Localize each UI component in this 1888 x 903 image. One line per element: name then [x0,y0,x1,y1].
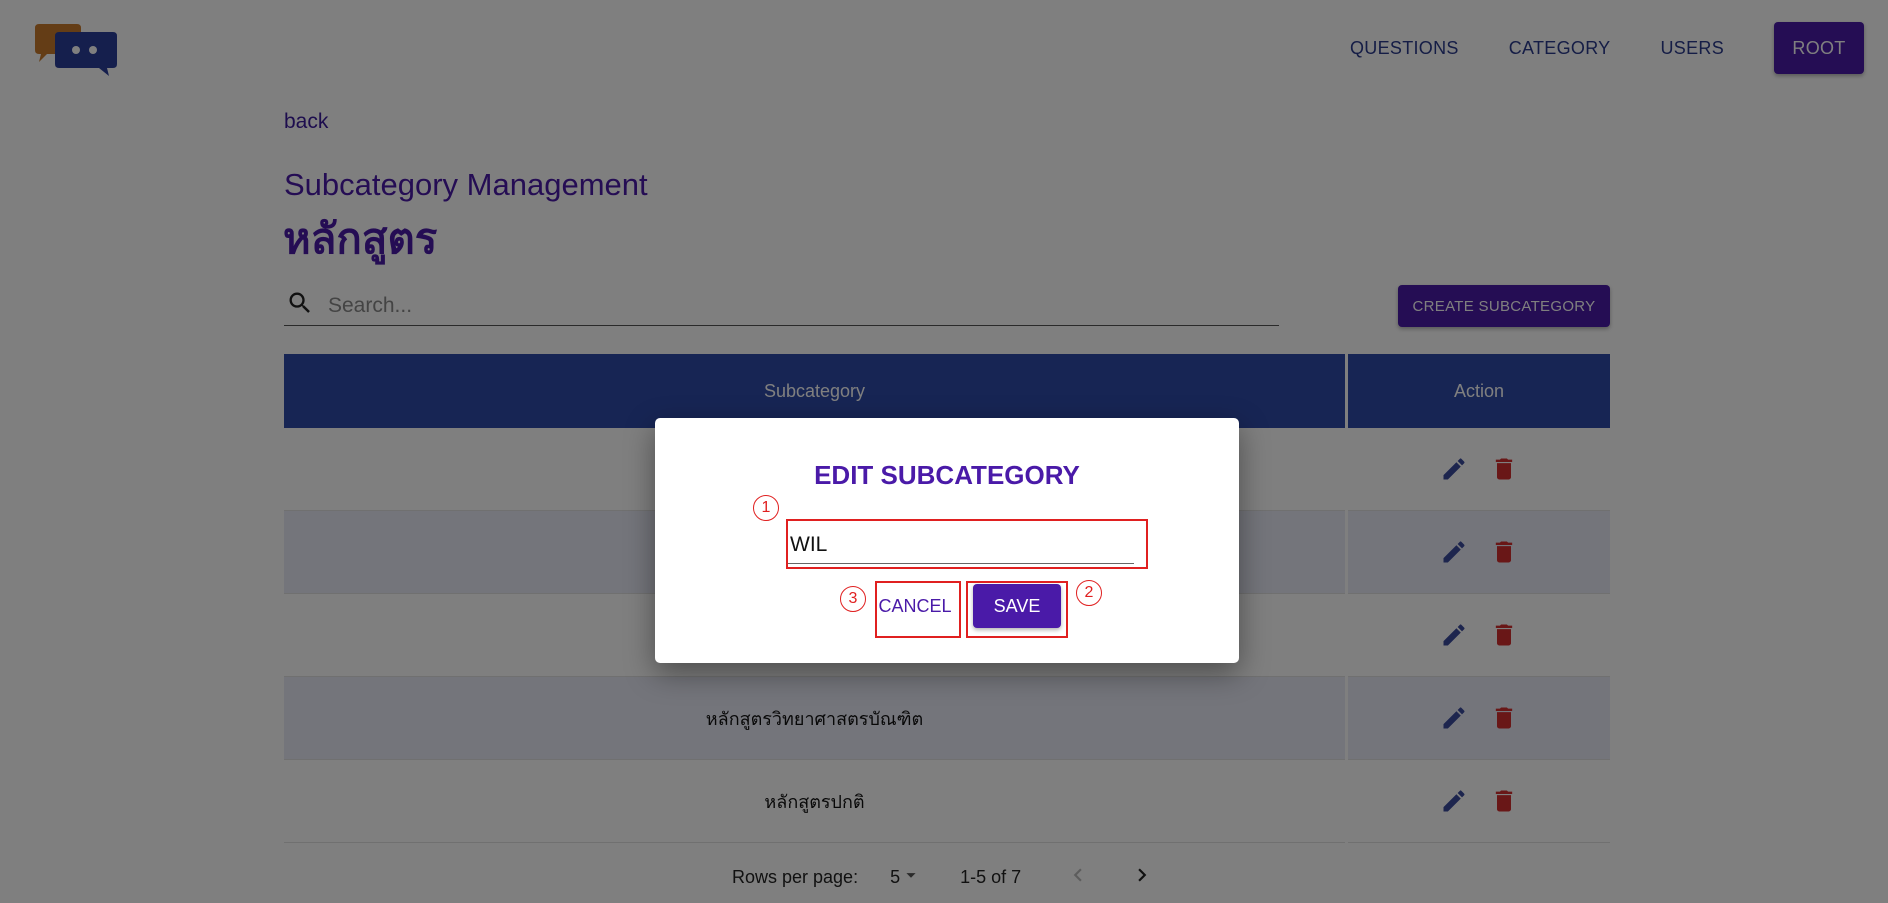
annotation-box-3 [875,581,961,638]
annotation-box-2 [966,581,1068,638]
annotation-box-1 [786,519,1148,569]
dialog-title: EDIT SUBCATEGORY [814,460,1080,490]
annotation-number-3: 3 [840,586,866,612]
annotation-number-2: 2 [1076,580,1102,606]
annotation-number-1: 1 [753,495,779,521]
page: QUESTIONS CATEGORY USERS ROOT back Subca… [0,0,1888,903]
